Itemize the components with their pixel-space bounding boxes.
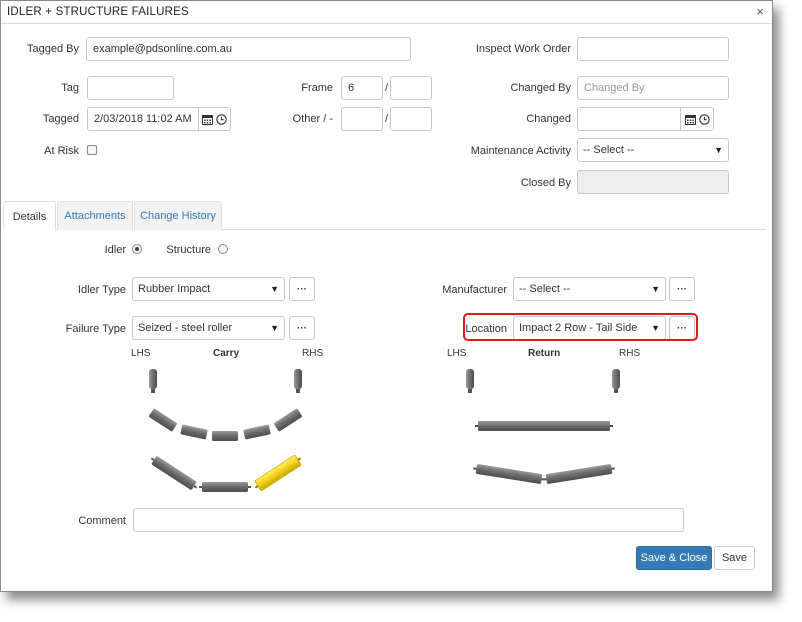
carry-roller-top-2 — [180, 424, 208, 440]
dialog: IDLER + STRUCTURE FAILURES × Tagged By e… — [0, 0, 773, 592]
save-button[interactable]: Save — [714, 546, 755, 570]
comment-label: Comment — [78, 515, 126, 527]
carry-roller-bottom-center — [199, 482, 251, 492]
save-and-close-button[interactable]: Save & Close — [636, 546, 712, 570]
carry-roller-bottom-left — [150, 456, 198, 490]
idler-diagram — [149, 369, 620, 492]
carry-rhs-sensor — [294, 369, 302, 393]
carry-roller-bottom-right-failed — [254, 455, 302, 491]
return-roller-v-right — [543, 464, 615, 484]
carry-lhs-sensor — [149, 369, 157, 393]
carry-roller-top-3 — [212, 431, 238, 441]
return-rhs-sensor — [612, 369, 620, 393]
comment-input[interactable] — [133, 508, 684, 532]
return-lhs-sensor — [466, 369, 474, 393]
return-roller-flat — [475, 421, 613, 431]
return-roller-v-left — [473, 464, 545, 484]
carry-roller-top-1 — [149, 408, 177, 432]
carry-roller-top-4 — [243, 424, 271, 440]
carry-roller-top-5 — [274, 408, 302, 432]
